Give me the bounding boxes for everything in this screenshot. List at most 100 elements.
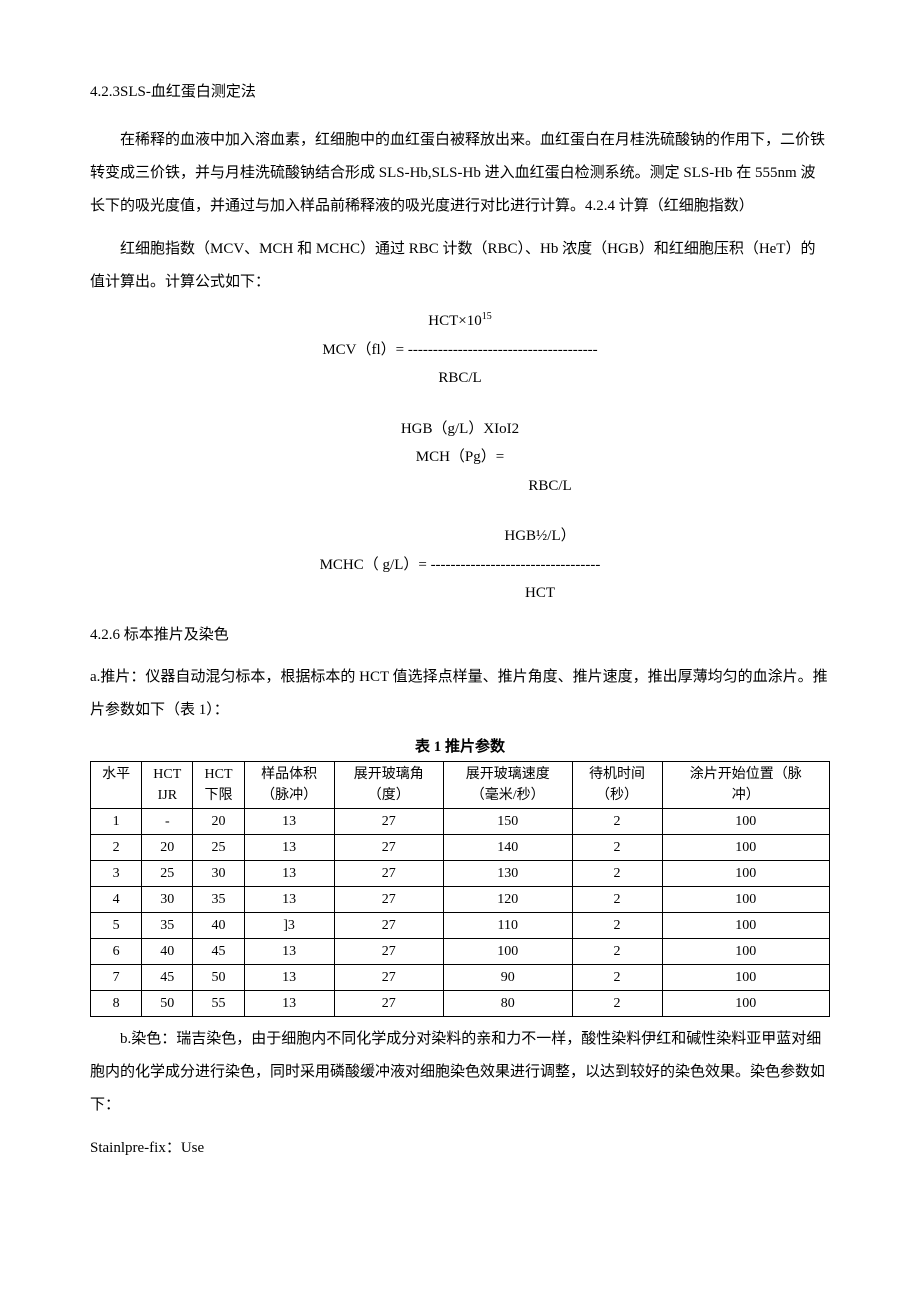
table-cell: 30 xyxy=(193,860,244,886)
table-cell: 3 xyxy=(91,860,142,886)
table-cell: 25 xyxy=(193,834,244,860)
table-cell: 2 xyxy=(572,860,662,886)
table-cell: 100 xyxy=(662,886,829,912)
paragraph-4: b.染色：瑞吉染色，由于细胞内不同化学成分对染料的亲和力不一样，酸性染料伊红和碱… xyxy=(90,1023,830,1122)
paragraph-5: Stainlpre-fix：Use xyxy=(90,1132,830,1165)
table-cell: 2 xyxy=(572,834,662,860)
table-cell: 100 xyxy=(662,912,829,938)
table-header-cell: HCTIJR xyxy=(142,761,193,808)
table-cell: 90 xyxy=(443,964,572,990)
table-header-cell: 展开玻璃角（度） xyxy=(334,761,443,808)
paragraph-1: 在稀释的血液中加入溶血素，红细胞中的血红蛋白被释放出来。血红蛋白在月桂洗硫酸钠的… xyxy=(90,124,830,223)
table-cell: ]3 xyxy=(244,912,334,938)
table-cell: 100 xyxy=(662,808,829,834)
table-cell: 2 xyxy=(91,834,142,860)
table-cell: 13 xyxy=(244,990,334,1016)
section-heading-423: 4.2.3SLS-血红蛋白测定法 xyxy=(90,80,830,104)
table-cell: 27 xyxy=(334,834,443,860)
table-cell: 4 xyxy=(91,886,142,912)
formula-mcv-top: HCT×10 xyxy=(428,313,481,329)
table-cell: 55 xyxy=(193,990,244,1016)
table-cell: 100 xyxy=(662,990,829,1016)
table-cell: 2 xyxy=(572,912,662,938)
table-row: 850551327802100 xyxy=(91,990,830,1016)
table-cell: 25 xyxy=(142,860,193,886)
table-cell: 6 xyxy=(91,938,142,964)
table-cell: 2 xyxy=(572,808,662,834)
table-cell: 35 xyxy=(193,886,244,912)
formula-mchc-bot: HCT xyxy=(90,582,830,605)
table-cell: 27 xyxy=(334,886,443,912)
formula-mch-mid: MCH（Pg）= xyxy=(90,446,830,469)
table-cell: 30 xyxy=(142,886,193,912)
table-cell: 13 xyxy=(244,834,334,860)
table-header-cell: 涂片开始位置（脉冲） xyxy=(662,761,829,808)
table-cell: 5 xyxy=(91,912,142,938)
table-row: 6404513271002100 xyxy=(91,938,830,964)
table-cell: 40 xyxy=(142,938,193,964)
table-cell: 27 xyxy=(334,860,443,886)
formula-mcv-bot: RBC/L xyxy=(90,367,830,390)
table-cell: 8 xyxy=(91,990,142,1016)
paragraph-3: a.推片：仪器自动混匀标本，根据标本的 HCT 值选择点样量、推片角度、推片速度… xyxy=(90,661,830,727)
table-cell: 2 xyxy=(572,938,662,964)
params-table: 水平HCTIJRHCT下限样品体积（脉冲）展开玻璃角（度）展开玻璃速度（毫米/秒… xyxy=(90,761,830,1017)
table-cell: 40 xyxy=(193,912,244,938)
table-cell: 100 xyxy=(662,964,829,990)
table-cell: 80 xyxy=(443,990,572,1016)
table-cell: 27 xyxy=(334,912,443,938)
table-row: 3253013271302100 xyxy=(91,860,830,886)
table-cell: 27 xyxy=(334,964,443,990)
table-row: 745501327902100 xyxy=(91,964,830,990)
table-row: 2202513271402100 xyxy=(91,834,830,860)
table-cell: 100 xyxy=(662,834,829,860)
table-cell: 140 xyxy=(443,834,572,860)
table-cell: 13 xyxy=(244,964,334,990)
formula-mcv-sup: 15 xyxy=(482,311,492,322)
formula-mch-top: HGB（g/L）XIoI2 xyxy=(90,418,830,441)
formula-mchc-mid: MCHC（ g/L）= ----------------------------… xyxy=(90,554,830,577)
table-cell: 2 xyxy=(572,964,662,990)
formula-mcv: HCT×1015 xyxy=(90,309,830,333)
table-cell: 27 xyxy=(334,938,443,964)
table-row: 1-2013271502100 xyxy=(91,808,830,834)
paragraph-2: 红细胞指数（MCV、MCH 和 MCHC）通过 RBC 计数（RBC）、Hb 浓… xyxy=(90,233,830,299)
table-cell: 13 xyxy=(244,886,334,912)
table-cell: - xyxy=(142,808,193,834)
section-heading-426: 4.2.6 标本推片及染色 xyxy=(90,623,830,647)
table-header-cell: 水平 xyxy=(91,761,142,808)
formula-mcv-mid: MCV（fl）= -------------------------------… xyxy=(90,339,830,362)
table-header-cell: 待机时间（秒） xyxy=(572,761,662,808)
table-header-cell: HCT下限 xyxy=(193,761,244,808)
table-cell: 100 xyxy=(662,938,829,964)
table-cell: 45 xyxy=(193,938,244,964)
table-cell: 13 xyxy=(244,938,334,964)
table-cell: 13 xyxy=(244,860,334,886)
table-cell: 13 xyxy=(244,808,334,834)
table-cell: 100 xyxy=(443,938,572,964)
table-cell: 35 xyxy=(142,912,193,938)
table-title: 表 1 推片参数 xyxy=(90,735,830,759)
table-cell: 2 xyxy=(572,990,662,1016)
table-cell: 120 xyxy=(443,886,572,912)
table-cell: 1 xyxy=(91,808,142,834)
table-cell: 100 xyxy=(662,860,829,886)
table-cell: 2 xyxy=(572,886,662,912)
table-cell: 20 xyxy=(193,808,244,834)
table-row: 53540]3271102100 xyxy=(91,912,830,938)
table-cell: 110 xyxy=(443,912,572,938)
table-cell: 7 xyxy=(91,964,142,990)
formula-mch-bot: RBC/L xyxy=(90,475,830,498)
table-cell: 150 xyxy=(443,808,572,834)
table-cell: 27 xyxy=(334,808,443,834)
table-cell: 20 xyxy=(142,834,193,860)
formula-mchc-top: HGB½/L） xyxy=(90,525,830,548)
table-header-cell: 展开玻璃速度（毫米/秒） xyxy=(443,761,572,808)
table-header-row: 水平HCTIJRHCT下限样品体积（脉冲）展开玻璃角（度）展开玻璃速度（毫米/秒… xyxy=(91,761,830,808)
table-header-cell: 样品体积（脉冲） xyxy=(244,761,334,808)
table-cell: 50 xyxy=(193,964,244,990)
table-cell: 130 xyxy=(443,860,572,886)
table-row: 4303513271202100 xyxy=(91,886,830,912)
table-cell: 45 xyxy=(142,964,193,990)
table-cell: 50 xyxy=(142,990,193,1016)
